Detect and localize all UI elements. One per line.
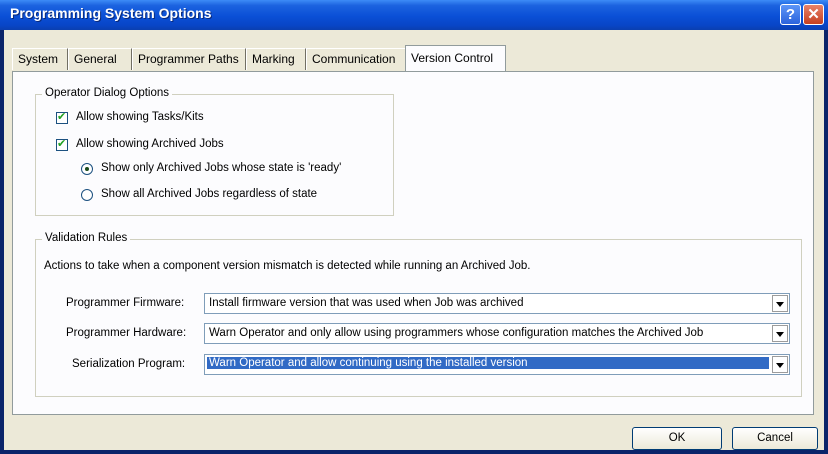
dialog-window: Programming System Options ? ✕ System Ge… (0, 0, 828, 454)
operator-dialog-group: Operator Dialog Options Allow showing Ta… (35, 87, 394, 216)
firmware-select[interactable]: Install firmware version that was used w… (204, 293, 790, 314)
archived-ready-label[interactable]: Show only Archived Jobs whose state is '… (101, 162, 341, 174)
serialization-select[interactable]: Warn Operator and allow continuing using… (204, 354, 790, 375)
window-title: Programming System Options (10, 5, 212, 21)
chevron-down-icon[interactable] (772, 356, 788, 373)
archived-all-radio[interactable] (81, 189, 93, 201)
tab-system[interactable]: System (12, 48, 68, 70)
tab-general[interactable]: General (68, 48, 132, 70)
ok-button[interactable]: OK (632, 427, 722, 450)
chevron-down-icon[interactable] (772, 295, 788, 312)
validation-rules-group: Validation Rules Actions to take when a … (35, 232, 802, 397)
hardware-select[interactable]: Warn Operator and only allow using progr… (204, 323, 790, 344)
archived-ready-radio[interactable] (81, 163, 93, 175)
help-button[interactable]: ? (780, 4, 801, 25)
close-icon: ✕ (807, 6, 820, 23)
archived-all-label[interactable]: Show all Archived Jobs regardless of sta… (101, 188, 317, 200)
allow-tasks-label[interactable]: Allow showing Tasks/Kits (76, 111, 204, 123)
title-bar[interactable]: Programming System Options ? ✕ (0, 0, 828, 30)
hardware-value: Warn Operator and only allow using progr… (209, 327, 704, 339)
close-button[interactable]: ✕ (803, 4, 824, 25)
dialog-client: System General Programmer Paths Marking … (4, 30, 824, 450)
allow-tasks-checkbox[interactable] (56, 110, 68, 124)
cancel-button[interactable]: Cancel (732, 427, 818, 450)
allow-archived-checkbox[interactable] (56, 137, 68, 151)
hardware-label: Programmer Hardware: (66, 327, 187, 339)
operator-group-title: Operator Dialog Options (42, 87, 173, 99)
allow-archived-label[interactable]: Allow showing Archived Jobs (76, 138, 224, 150)
validation-group-title: Validation Rules (42, 232, 131, 244)
tab-programmer-paths[interactable]: Programmer Paths (132, 48, 246, 70)
serialization-value: Warn Operator and allow continuing using… (207, 357, 769, 369)
firmware-label: Programmer Firmware: (66, 297, 185, 309)
help-icon: ? (785, 6, 796, 23)
validation-description: Actions to take when a component version… (44, 260, 531, 272)
firmware-value: Install firmware version that was used w… (209, 297, 524, 309)
tab-version-control[interactable]: Version Control (405, 45, 506, 71)
tab-communication[interactable]: Communication (306, 48, 407, 70)
tab-marking[interactable]: Marking (246, 48, 306, 70)
serialization-label: Serialization Program: (72, 358, 186, 370)
chevron-down-icon[interactable] (772, 325, 788, 342)
tab-panel: Operator Dialog Options Allow showing Ta… (12, 71, 814, 415)
